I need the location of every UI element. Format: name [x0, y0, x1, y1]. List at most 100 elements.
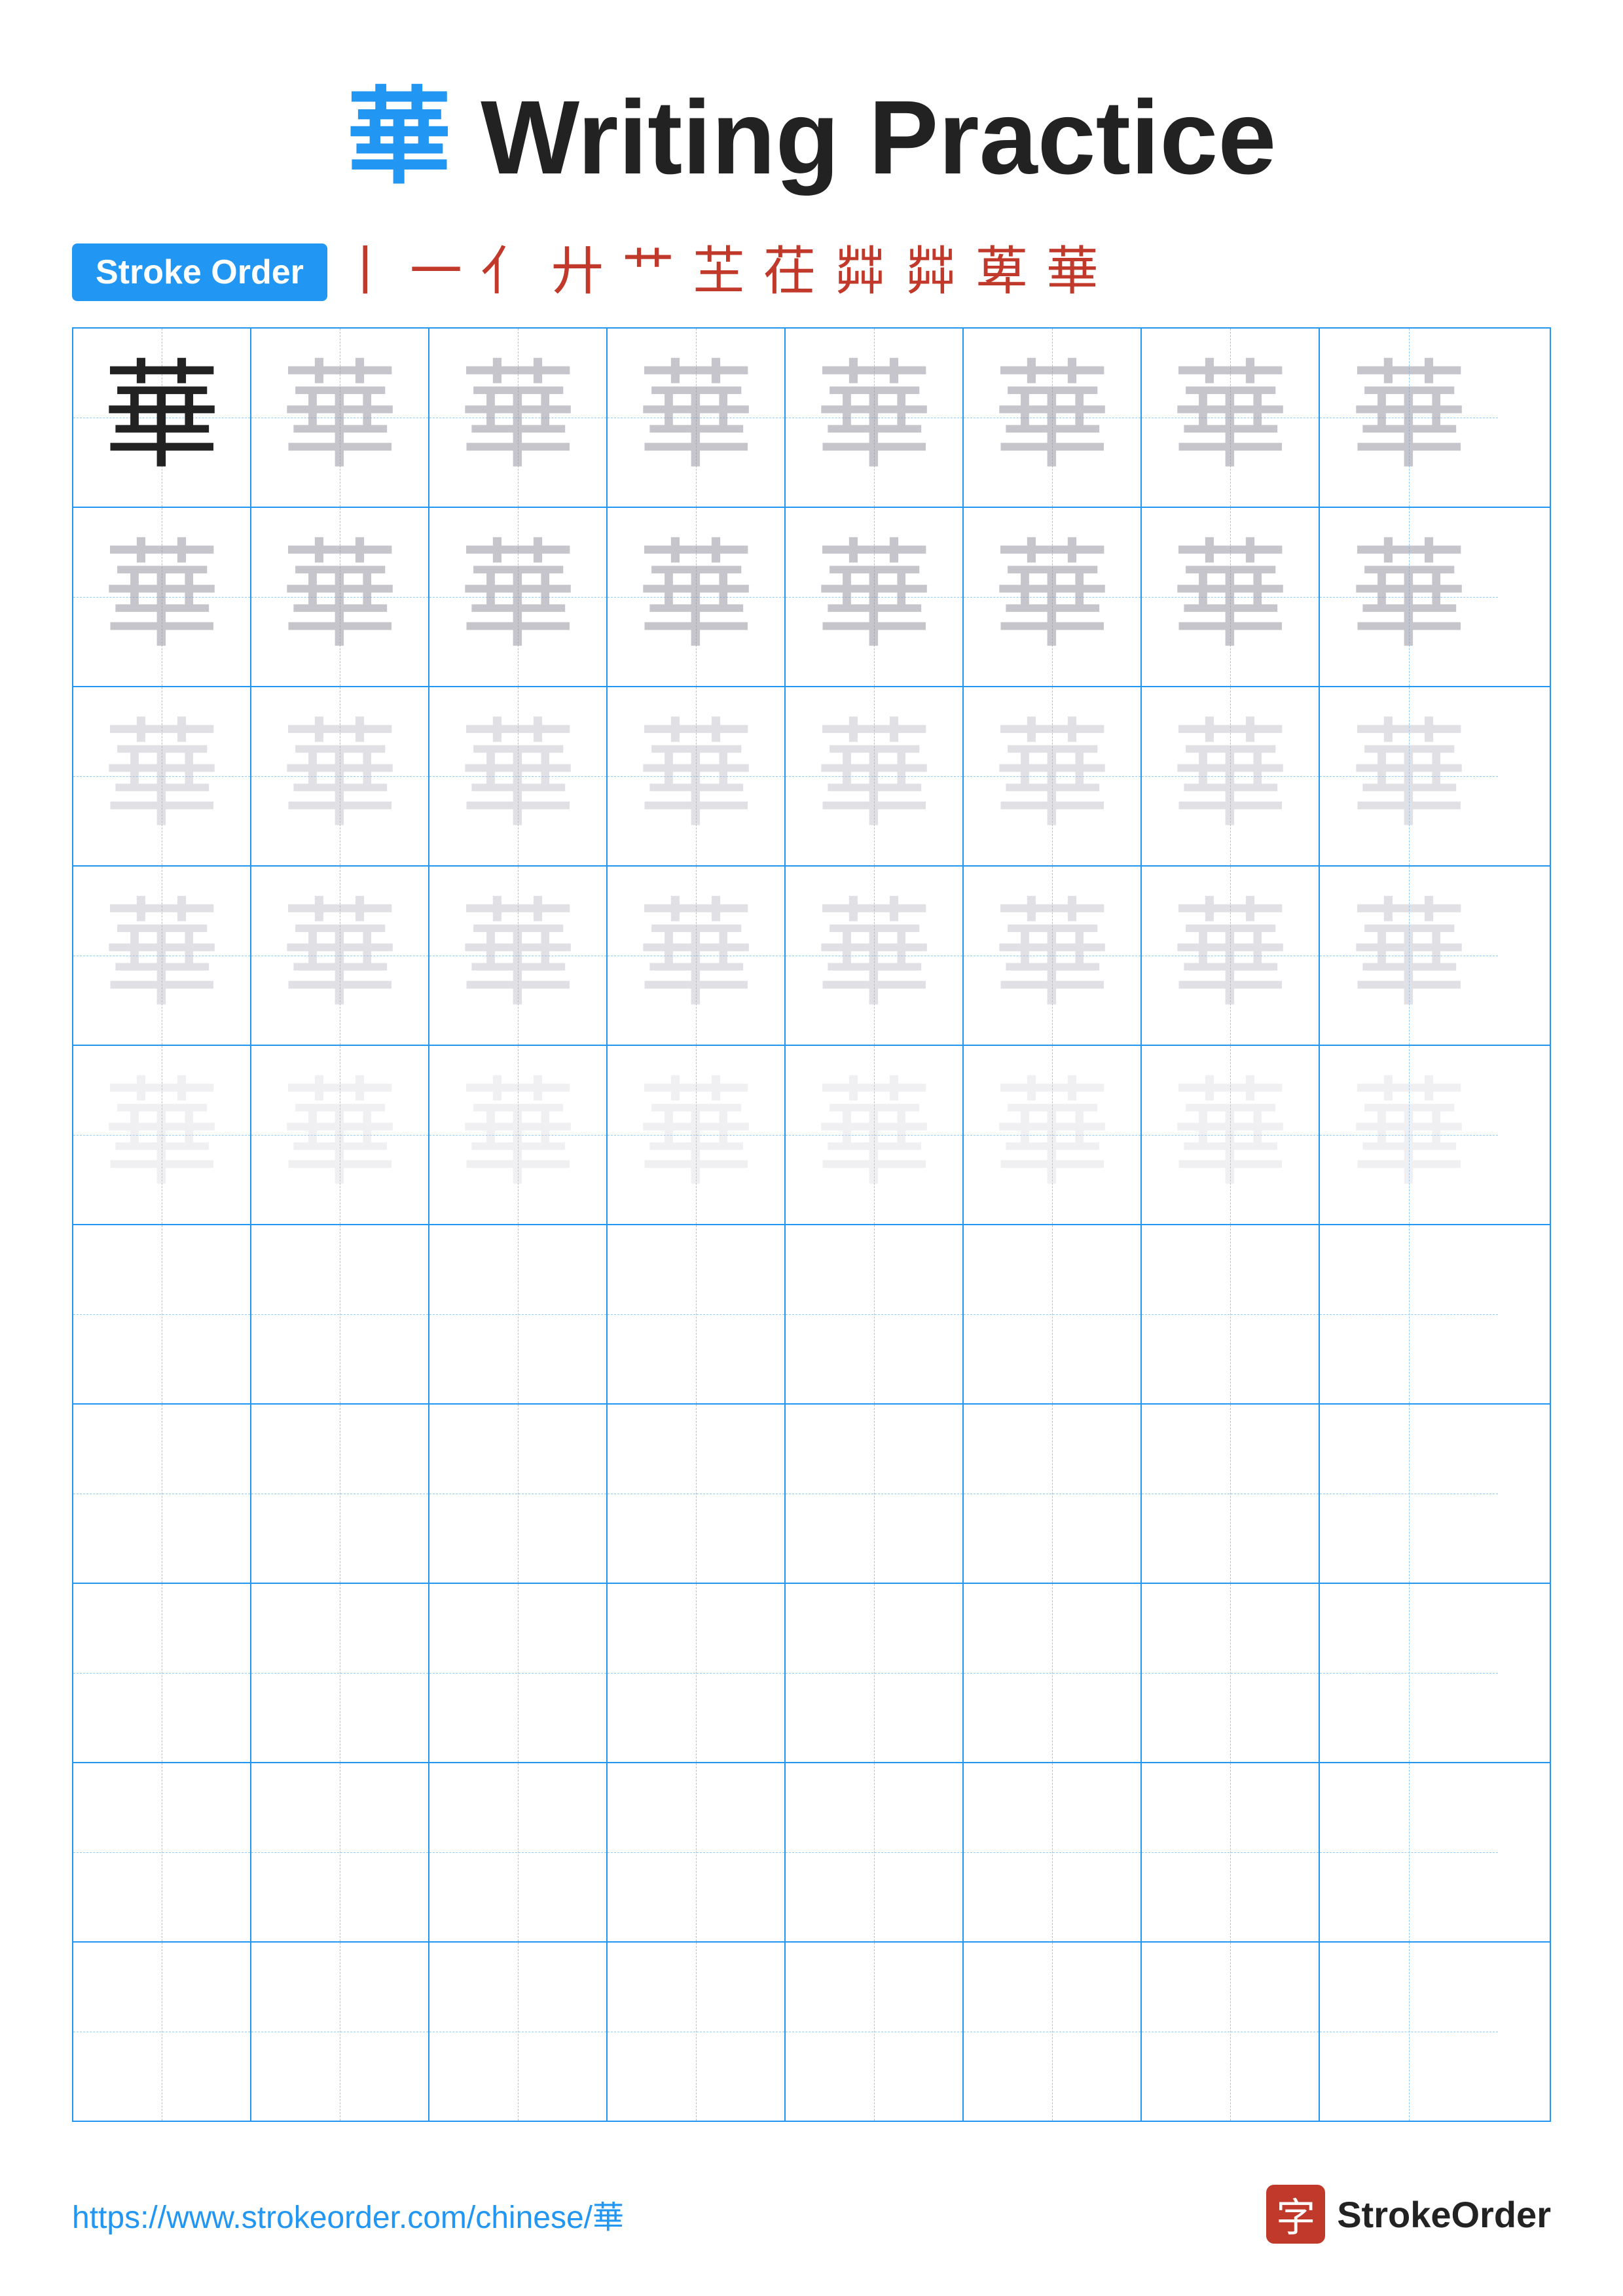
grid-cell[interactable]: 華 — [608, 508, 786, 686]
grid-cell[interactable] — [1142, 1943, 1320, 2121]
grid-cell[interactable]: 華 — [608, 1046, 786, 1224]
grid-cell[interactable]: 華 — [786, 508, 964, 686]
practice-char: 華 — [1350, 897, 1468, 1014]
grid-cell[interactable]: 華 — [251, 867, 429, 1045]
grid-cell[interactable] — [251, 1943, 429, 2121]
stroke-order-chars: 丨 一 亻 廾 艹 芏 茌 茻 茻 萆 華 — [339, 246, 1099, 298]
grid-cell[interactable]: 華 — [429, 329, 608, 507]
grid-cell[interactable]: 華 — [429, 508, 608, 686]
stroke-char-7: 茌 — [763, 246, 816, 298]
grid-cell[interactable]: 華 — [251, 1046, 429, 1224]
grid-cell[interactable]: 華 — [1320, 1046, 1498, 1224]
grid-cell[interactable]: 華 — [73, 687, 251, 865]
grid-cell[interactable]: 華 — [786, 687, 964, 865]
practice-char: 華 — [103, 1076, 221, 1194]
grid-row — [73, 1763, 1550, 1943]
grid-cell[interactable]: 華 — [1142, 687, 1320, 865]
grid-cell[interactable] — [1320, 1225, 1498, 1403]
grid-cell[interactable]: 華 — [1320, 687, 1498, 865]
grid-cell[interactable] — [429, 1405, 608, 1583]
grid-cell[interactable]: 華 — [964, 687, 1142, 865]
practice-char: 華 — [993, 717, 1111, 835]
grid-cell[interactable]: 華 — [964, 329, 1142, 507]
grid-cell[interactable] — [608, 1943, 786, 2121]
stroke-char-11: 華 — [1046, 246, 1099, 298]
grid-cell[interactable] — [786, 1405, 964, 1583]
grid-cell[interactable]: 華 — [429, 1046, 608, 1224]
grid-cell[interactable]: 華 — [1142, 329, 1320, 507]
grid-cell[interactable]: 華 — [608, 867, 786, 1045]
grid-cell[interactable]: 華 — [1142, 1046, 1320, 1224]
grid-cell[interactable] — [608, 1584, 786, 1762]
grid-cell[interactable]: 華 — [608, 687, 786, 865]
grid-cell[interactable] — [786, 1943, 964, 2121]
grid-row: 華 華 華 華 華 華 華 華 — [73, 1046, 1550, 1225]
grid-cell[interactable] — [1142, 1584, 1320, 1762]
grid-cell[interactable]: 華 — [1142, 867, 1320, 1045]
grid-cell[interactable] — [1142, 1763, 1320, 1941]
grid-cell[interactable] — [1142, 1405, 1320, 1583]
grid-cell[interactable] — [251, 1225, 429, 1403]
grid-cell[interactable] — [1320, 1405, 1498, 1583]
grid-cell[interactable] — [964, 1943, 1142, 2121]
practice-char: 華 — [1171, 1076, 1289, 1194]
grid-cell[interactable] — [251, 1763, 429, 1941]
grid-cell[interactable] — [786, 1763, 964, 1941]
grid-cell[interactable] — [429, 1763, 608, 1941]
practice-char: 華 — [1350, 538, 1468, 656]
grid-cell[interactable] — [964, 1584, 1142, 1762]
grid-cell[interactable]: 華 — [251, 329, 429, 507]
practice-char: 華 — [1350, 717, 1468, 835]
stroke-char-2: 一 — [410, 246, 462, 298]
grid-cell[interactable]: 華 — [786, 867, 964, 1045]
grid-cell[interactable] — [1320, 1763, 1498, 1941]
grid-cell[interactable] — [73, 1225, 251, 1403]
grid-cell[interactable]: 華 — [251, 687, 429, 865]
grid-cell[interactable] — [608, 1225, 786, 1403]
grid-cell[interactable]: 華 — [73, 867, 251, 1045]
grid-cell[interactable] — [786, 1225, 964, 1403]
practice-char: 華 — [281, 1076, 399, 1194]
grid-cell[interactable]: 華 — [786, 1046, 964, 1224]
practice-grid[interactable]: 華 華 華 華 華 華 華 華 華 華 華 華 華 華 華 華 華 華 華 華 … — [72, 327, 1551, 2122]
grid-cell[interactable]: 華 — [251, 508, 429, 686]
grid-cell[interactable] — [251, 1405, 429, 1583]
grid-cell[interactable] — [964, 1225, 1142, 1403]
grid-cell[interactable] — [608, 1405, 786, 1583]
grid-cell[interactable] — [73, 1584, 251, 1762]
grid-cell[interactable]: 華 — [1320, 329, 1498, 507]
grid-cell[interactable]: 華 — [1320, 508, 1498, 686]
grid-cell[interactable]: 華 — [964, 508, 1142, 686]
practice-char: 華 — [1350, 1076, 1468, 1194]
grid-cell[interactable] — [429, 1584, 608, 1762]
grid-cell[interactable] — [73, 1405, 251, 1583]
footer-url[interactable]: https://www.strokeorder.com/chinese/華 — [72, 2191, 624, 2237]
grid-cell[interactable] — [429, 1943, 608, 2121]
grid-cell[interactable]: 華 — [73, 329, 251, 507]
grid-cell[interactable]: 華 — [429, 687, 608, 865]
grid-cell[interactable]: 華 — [1142, 508, 1320, 686]
grid-cell[interactable]: 華 — [429, 867, 608, 1045]
grid-cell[interactable]: 華 — [786, 329, 964, 507]
grid-cell[interactable] — [73, 1943, 251, 2121]
grid-cell[interactable] — [786, 1584, 964, 1762]
stroke-char-5: 艹 — [622, 246, 674, 298]
grid-cell[interactable] — [1142, 1225, 1320, 1403]
grid-row — [73, 1405, 1550, 1584]
grid-cell[interactable] — [1320, 1943, 1498, 2121]
grid-cell[interactable] — [251, 1584, 429, 1762]
grid-cell[interactable] — [429, 1225, 608, 1403]
grid-cell[interactable]: 華 — [964, 1046, 1142, 1224]
grid-cell[interactable]: 華 — [608, 329, 786, 507]
grid-cell[interactable] — [1320, 1584, 1498, 1762]
grid-cell[interactable]: 華 — [964, 867, 1142, 1045]
grid-cell[interactable] — [608, 1763, 786, 1941]
stroke-order-badge: Stroke Order — [72, 243, 327, 301]
grid-cell[interactable] — [73, 1763, 251, 1941]
grid-cell[interactable]: 華 — [73, 1046, 251, 1224]
grid-cell[interactable] — [964, 1763, 1142, 1941]
grid-cell[interactable]: 華 — [1320, 867, 1498, 1045]
grid-cell[interactable] — [964, 1405, 1142, 1583]
title-text: Writing Practice — [452, 79, 1277, 196]
grid-cell[interactable]: 華 — [73, 508, 251, 686]
